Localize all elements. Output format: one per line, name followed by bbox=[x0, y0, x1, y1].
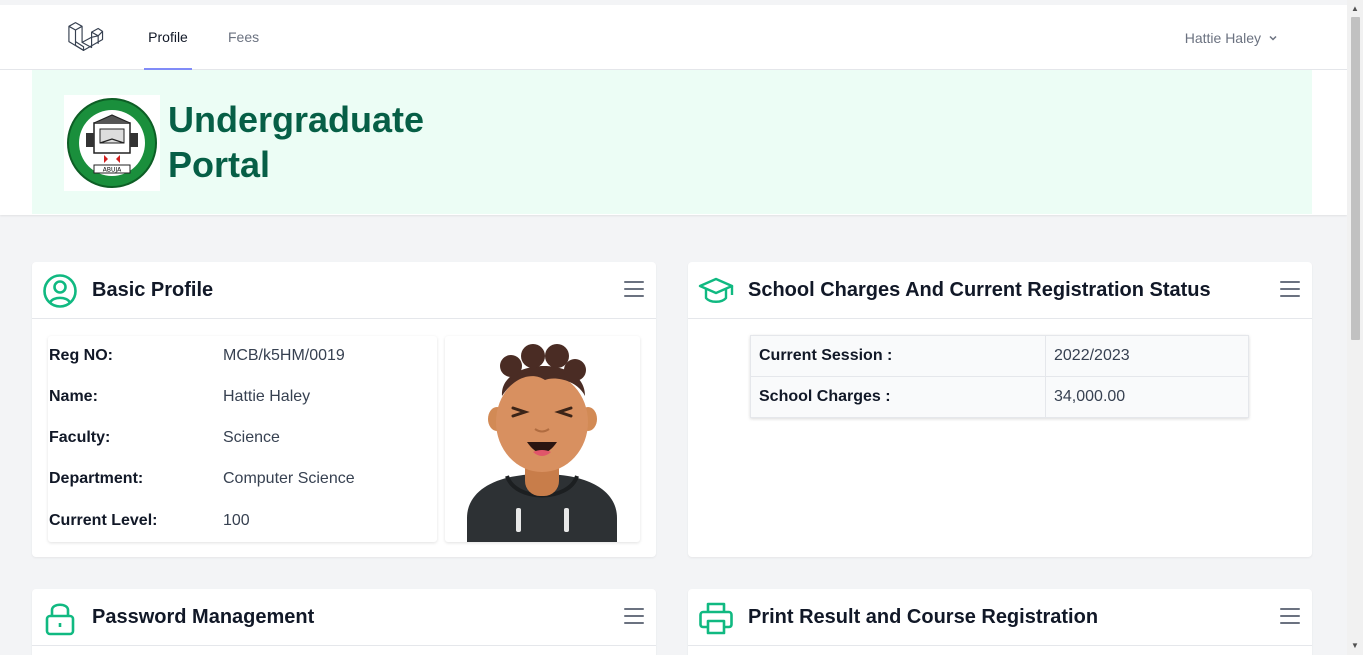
table-row: School Charges : 34,000.00 bbox=[750, 376, 1249, 418]
scroll-up-icon[interactable]: ▲ bbox=[1351, 4, 1359, 14]
table-row: Current Session : 2022/2023 bbox=[750, 335, 1249, 377]
page-header: ABUJA Undergraduate Portal bbox=[0, 70, 1347, 215]
top-navbar: Profile Fees Hattie Haley bbox=[0, 5, 1347, 70]
current-session-value: 2022/2023 bbox=[1045, 335, 1249, 377]
avatar bbox=[445, 336, 640, 542]
school-charges-value: 34,000.00 bbox=[1045, 376, 1249, 418]
school-charges-label: School Charges : bbox=[750, 376, 1046, 418]
user-name: Hattie Haley bbox=[1184, 29, 1261, 46]
header-banner: ABUJA Undergraduate Portal bbox=[32, 70, 1312, 214]
profile-row-faculty: Faculty: Science bbox=[49, 429, 280, 446]
basic-profile-card: Basic Profile Reg NO: MCB/k5HM/0019 Name:… bbox=[32, 262, 656, 557]
card-title: Print Result and Course Registration bbox=[748, 606, 1099, 628]
graduation-cap-icon bbox=[698, 277, 734, 303]
portal-title: Undergraduate Portal bbox=[168, 99, 425, 185]
current-session-label: Current Session : bbox=[750, 335, 1046, 377]
card-title: Basic Profile bbox=[92, 279, 214, 301]
scroll-thumb[interactable] bbox=[1351, 17, 1360, 340]
user-menu-dropdown[interactable]: Hattie Haley bbox=[1185, 5, 1279, 70]
card-header: Basic Profile bbox=[32, 262, 656, 319]
svg-text:ABUJA: ABUJA bbox=[103, 167, 122, 174]
laravel-logo-icon[interactable] bbox=[66, 19, 104, 57]
school-charges-card: School Charges And Current Registration … bbox=[688, 262, 1312, 557]
card-header: Print Result and Course Registration bbox=[688, 589, 1312, 646]
nav-link-fees[interactable]: Fees bbox=[228, 5, 259, 70]
chevron-down-icon bbox=[1269, 35, 1277, 41]
nav-link-profile[interactable]: Profile bbox=[144, 5, 192, 70]
university-crest-icon: ABUJA bbox=[64, 95, 160, 191]
hamburger-menu-icon[interactable] bbox=[624, 608, 644, 626]
hamburger-menu-icon[interactable] bbox=[1280, 281, 1300, 299]
card-title: Password Management bbox=[92, 606, 315, 628]
card-header: School Charges And Current Registration … bbox=[688, 262, 1312, 319]
print-result-card: Print Result and Course Registration bbox=[688, 589, 1312, 655]
vertical-scrollbar[interactable]: ▲ ▼ bbox=[1347, 0, 1363, 655]
profile-row-department: Department: Computer Science bbox=[49, 470, 355, 487]
lock-icon bbox=[45, 603, 75, 636]
hamburger-menu-icon[interactable] bbox=[1280, 608, 1300, 626]
profile-row-reg-no: Reg NO: MCB/k5HM/0019 bbox=[49, 347, 345, 364]
profile-row-name: Name: Hattie Haley bbox=[49, 388, 311, 405]
printer-icon bbox=[699, 602, 733, 635]
profile-row-current-level: Current Level: 100 bbox=[49, 512, 250, 529]
scroll-down-icon[interactable]: ▼ bbox=[1351, 641, 1359, 651]
hamburger-menu-icon[interactable] bbox=[624, 281, 644, 299]
card-title: School Charges And Current Registration … bbox=[748, 279, 1211, 301]
password-management-card: Password Management bbox=[32, 589, 656, 655]
user-circle-icon bbox=[43, 274, 77, 308]
profile-details: Reg NO: MCB/k5HM/0019 Name: Hattie Haley F… bbox=[48, 336, 437, 542]
card-header: Password Management bbox=[32, 589, 656, 646]
registration-status-table: Current Session : 2022/2023 School Charg… bbox=[750, 335, 1249, 418]
